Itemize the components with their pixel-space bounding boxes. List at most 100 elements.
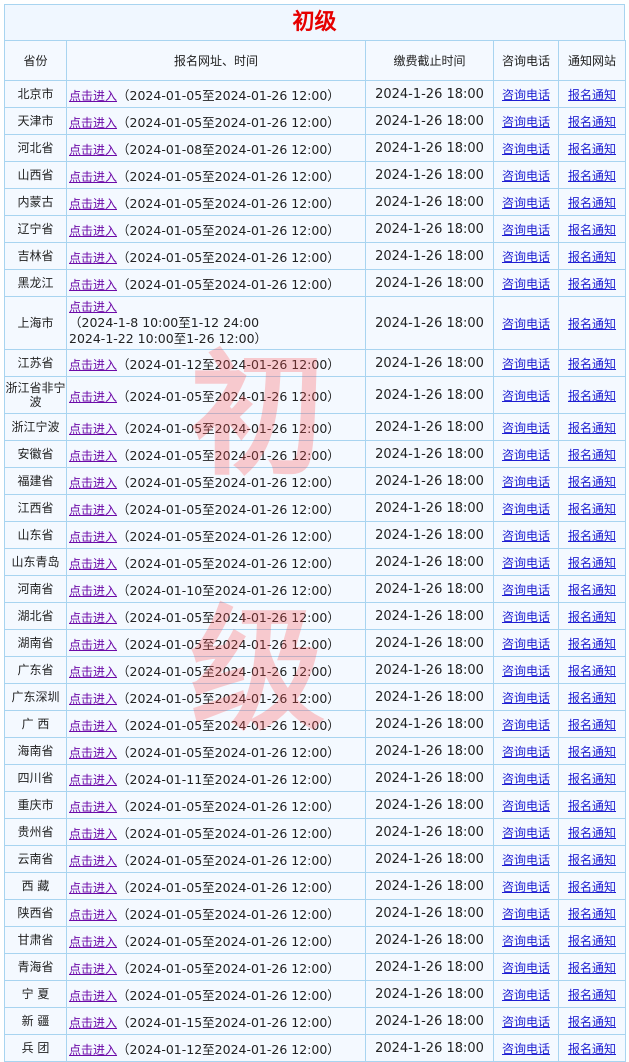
register-link[interactable]: 点击进入 xyxy=(69,390,117,404)
register-link[interactable]: 点击进入 xyxy=(69,476,117,490)
phone-link[interactable]: 咨询电话 xyxy=(502,448,550,462)
register-link[interactable]: 点击进入 xyxy=(69,989,117,1003)
register-link[interactable]: 点击进入 xyxy=(69,773,117,787)
notice-link[interactable]: 报名通知 xyxy=(568,556,616,570)
phone-link[interactable]: 咨询电话 xyxy=(502,529,550,543)
register-link[interactable]: 点击进入 xyxy=(69,746,117,760)
register-link[interactable]: 点击进入 xyxy=(69,854,117,868)
register-link[interactable]: 点击进入 xyxy=(69,197,117,211)
phone-link[interactable]: 咨询电话 xyxy=(502,610,550,624)
notice-link[interactable]: 报名通知 xyxy=(568,934,616,948)
phone-link[interactable]: 咨询电话 xyxy=(502,196,550,210)
notice-link[interactable]: 报名通知 xyxy=(568,745,616,759)
phone-link[interactable]: 咨询电话 xyxy=(502,880,550,894)
phone-link[interactable]: 咨询电话 xyxy=(502,772,550,786)
notice-link[interactable]: 报名通知 xyxy=(568,853,616,867)
notice-link[interactable]: 报名通知 xyxy=(568,664,616,678)
notice-link[interactable]: 报名通知 xyxy=(568,250,616,264)
register-link[interactable]: 点击进入 xyxy=(69,89,117,103)
register-link[interactable]: 点击进入 xyxy=(69,224,117,238)
register-link[interactable]: 点击进入 xyxy=(69,300,117,314)
notice-link[interactable]: 报名通知 xyxy=(568,421,616,435)
notice-link[interactable]: 报名通知 xyxy=(568,88,616,102)
register-link[interactable]: 点击进入 xyxy=(69,116,117,130)
register-link[interactable]: 点击进入 xyxy=(69,530,117,544)
phone-link[interactable]: 咨询电话 xyxy=(502,934,550,948)
notice-link[interactable]: 报名通知 xyxy=(568,196,616,210)
phone-link[interactable]: 咨询电话 xyxy=(502,250,550,264)
register-link[interactable]: 点击进入 xyxy=(69,881,117,895)
phone-link[interactable]: 咨询电话 xyxy=(502,745,550,759)
phone-link[interactable]: 咨询电话 xyxy=(502,556,550,570)
register-link[interactable]: 点击进入 xyxy=(69,170,117,184)
phone-link[interactable]: 咨询电话 xyxy=(502,115,550,129)
phone-link[interactable]: 咨询电话 xyxy=(502,317,550,331)
register-link[interactable]: 点击进入 xyxy=(69,278,117,292)
notice-link[interactable]: 报名通知 xyxy=(568,142,616,156)
notice-link[interactable]: 报名通知 xyxy=(568,115,616,129)
register-link[interactable]: 点击进入 xyxy=(69,638,117,652)
notice-link[interactable]: 报名通知 xyxy=(568,357,616,371)
register-link[interactable]: 点击进入 xyxy=(69,611,117,625)
phone-link[interactable]: 咨询电话 xyxy=(502,907,550,921)
register-link[interactable]: 点击进入 xyxy=(69,665,117,679)
notice-link[interactable]: 报名通知 xyxy=(568,799,616,813)
phone-link[interactable]: 咨询电话 xyxy=(502,502,550,516)
phone-link[interactable]: 咨询电话 xyxy=(502,637,550,651)
notice-link[interactable]: 报名通知 xyxy=(568,583,616,597)
phone-link[interactable]: 咨询电话 xyxy=(502,718,550,732)
notice-link[interactable]: 报名通知 xyxy=(568,718,616,732)
notice-link[interactable]: 报名通知 xyxy=(568,389,616,403)
register-link[interactable]: 点击进入 xyxy=(69,584,117,598)
phone-link[interactable]: 咨询电话 xyxy=(502,961,550,975)
phone-link[interactable]: 咨询电话 xyxy=(502,142,550,156)
phone-link[interactable]: 咨询电话 xyxy=(502,223,550,237)
phone-link[interactable]: 咨询电话 xyxy=(502,1042,550,1056)
register-link[interactable]: 点击进入 xyxy=(69,1016,117,1030)
phone-link[interactable]: 咨询电话 xyxy=(502,799,550,813)
phone-link[interactable]: 咨询电话 xyxy=(502,389,550,403)
notice-link[interactable]: 报名通知 xyxy=(568,529,616,543)
notice-link[interactable]: 报名通知 xyxy=(568,988,616,1002)
phone-link[interactable]: 咨询电话 xyxy=(502,583,550,597)
phone-link[interactable]: 咨询电话 xyxy=(502,357,550,371)
notice-link[interactable]: 报名通知 xyxy=(568,610,616,624)
notice-link[interactable]: 报名通知 xyxy=(568,1042,616,1056)
phone-link[interactable]: 咨询电话 xyxy=(502,826,550,840)
register-link[interactable]: 点击进入 xyxy=(69,358,117,372)
phone-link[interactable]: 咨询电话 xyxy=(502,853,550,867)
phone-link[interactable]: 咨询电话 xyxy=(502,475,550,489)
notice-link[interactable]: 报名通知 xyxy=(568,637,616,651)
notice-link[interactable]: 报名通知 xyxy=(568,772,616,786)
register-link[interactable]: 点击进入 xyxy=(69,935,117,949)
notice-link[interactable]: 报名通知 xyxy=(568,502,616,516)
register-link[interactable]: 点击进入 xyxy=(69,719,117,733)
register-link[interactable]: 点击进入 xyxy=(69,962,117,976)
phone-link[interactable]: 咨询电话 xyxy=(502,988,550,1002)
register-link[interactable]: 点击进入 xyxy=(69,692,117,706)
notice-link[interactable]: 报名通知 xyxy=(568,475,616,489)
register-link[interactable]: 点击进入 xyxy=(69,251,117,265)
register-link[interactable]: 点击进入 xyxy=(69,1043,117,1057)
notice-link[interactable]: 报名通知 xyxy=(568,223,616,237)
notice-link[interactable]: 报名通知 xyxy=(568,1015,616,1029)
notice-link[interactable]: 报名通知 xyxy=(568,317,616,331)
notice-link[interactable]: 报名通知 xyxy=(568,880,616,894)
phone-link[interactable]: 咨询电话 xyxy=(502,421,550,435)
phone-link[interactable]: 咨询电话 xyxy=(502,88,550,102)
notice-link[interactable]: 报名通知 xyxy=(568,448,616,462)
notice-link[interactable]: 报名通知 xyxy=(568,826,616,840)
notice-link[interactable]: 报名通知 xyxy=(568,961,616,975)
register-link[interactable]: 点击进入 xyxy=(69,143,117,157)
phone-link[interactable]: 咨询电话 xyxy=(502,664,550,678)
register-link[interactable]: 点击进入 xyxy=(69,908,117,922)
notice-link[interactable]: 报名通知 xyxy=(568,277,616,291)
phone-link[interactable]: 咨询电话 xyxy=(502,691,550,705)
notice-link[interactable]: 报名通知 xyxy=(568,691,616,705)
register-link[interactable]: 点击进入 xyxy=(69,449,117,463)
register-link[interactable]: 点击进入 xyxy=(69,800,117,814)
phone-link[interactable]: 咨询电话 xyxy=(502,277,550,291)
register-link[interactable]: 点击进入 xyxy=(69,422,117,436)
register-link[interactable]: 点击进入 xyxy=(69,503,117,517)
notice-link[interactable]: 报名通知 xyxy=(568,169,616,183)
